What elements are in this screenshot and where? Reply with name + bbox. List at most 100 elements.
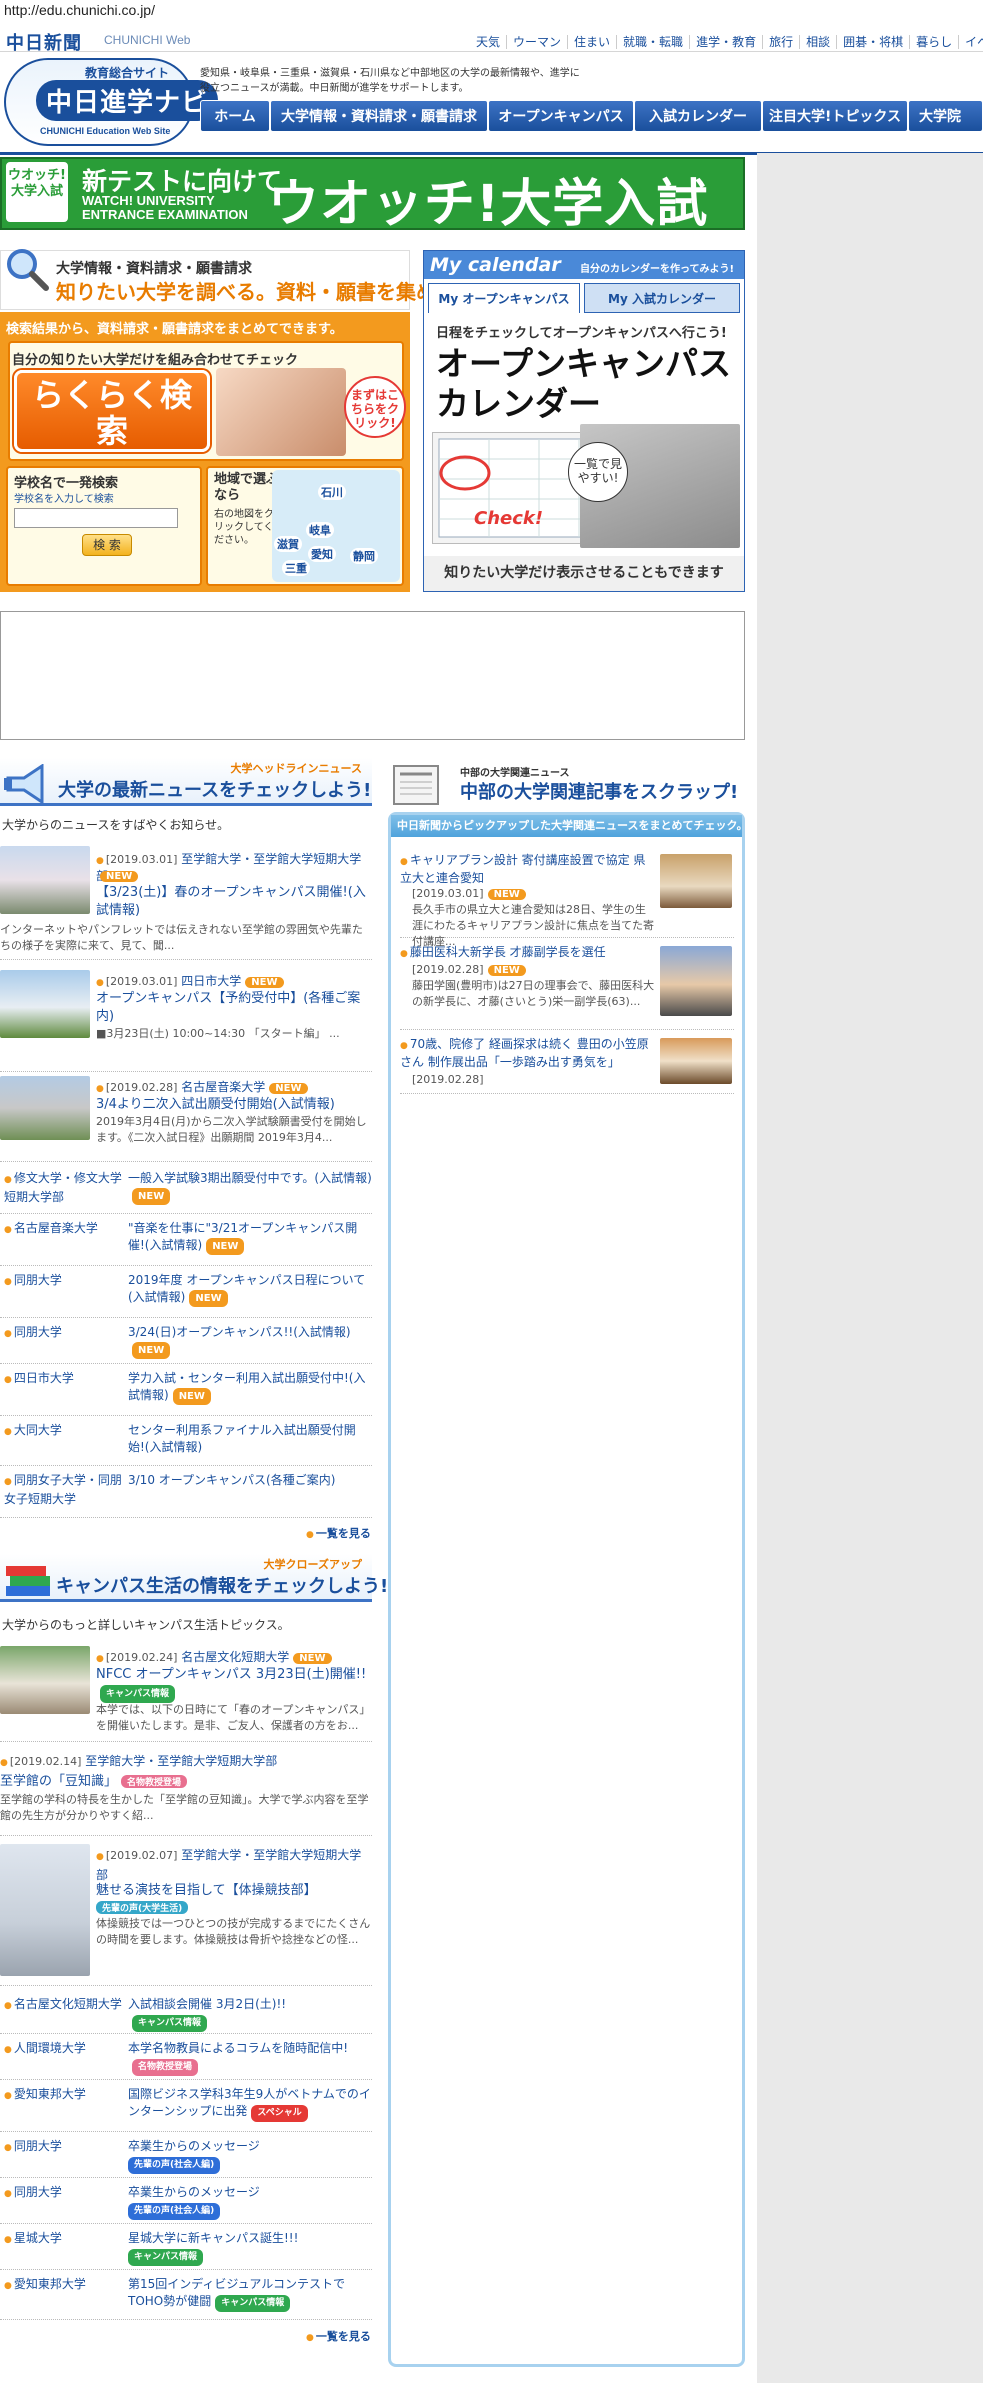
campus-row-title[interactable]: 星城大学に新キャンパス誕生!!! キャンパス情報	[128, 2230, 372, 2266]
pref-gifu[interactable]: 岐阜	[306, 522, 334, 538]
top-nav-kurashi[interactable]: 暮らし	[909, 35, 959, 49]
news-row-1[interactable]: ● 修文大学・修文大学短期大学部 一般入学試験3期出願受付中です。(入試情報)NEW	[0, 1164, 372, 1214]
campus-row-univ[interactable]: ● 愛知東邦大学	[4, 2276, 124, 2295]
campus-inst[interactable]: 名古屋文化短期大学	[181, 1650, 289, 1664]
news-row-univ[interactable]: ● 名古屋音楽大学	[4, 1220, 124, 1239]
news-row-title[interactable]: センター利用系ファイナル入試出願受付開始!(入試情報)	[128, 1422, 372, 1456]
clip-item-title[interactable]: キャリアプラン設計 寄付講座設置で協定 県立大と連合愛知	[400, 853, 646, 885]
campus-row-title[interactable]: 本学名物教員によるコラムを随時配信中! 名物教授登場	[128, 2040, 372, 2076]
news-inst[interactable]: 四日市大学	[181, 974, 241, 988]
campus-inst[interactable]: 至学館大学・至学館大学短期大学部	[85, 1754, 277, 1768]
news-row-univ[interactable]: ● 修文大学・修文大学短期大学部	[4, 1170, 124, 1206]
news-row-title[interactable]: 3/10 オープンキャンパス(各種ご案内)	[128, 1472, 372, 1489]
news-featured-1[interactable]: ●[2019.03.01] 至学館大学・至学館大学短期大学部 NEW 【3/23…	[0, 842, 372, 960]
pref-shiga[interactable]: 滋賀	[274, 536, 302, 552]
top-nav-event[interactable]: イベ	[958, 35, 983, 49]
rakuraku-click-bubble[interactable]: まずはこちらをクリック!	[344, 376, 406, 438]
pref-aichi[interactable]: 愛知	[308, 546, 336, 562]
tab-my-open-campus[interactable]: My オープンキャンパス	[428, 283, 580, 313]
news-row-title[interactable]: 学力入試・センター利用入試出願受付中!(入試情報) NEW	[128, 1370, 372, 1405]
chunichi-web-logo[interactable]: CHUNICHI Web	[104, 33, 190, 47]
campus-row-6[interactable]: ● 星城大学 星城大学に新キャンパス誕生!!! キャンパス情報	[0, 2224, 372, 2270]
campus-row-title[interactable]: 第15回インディビジュアルコンテストでTOHO勢が健闘 キャンパス情報	[128, 2276, 372, 2312]
campus-row-univ[interactable]: ● 愛知東邦大学	[4, 2086, 124, 2105]
campus-row-2[interactable]: ● 人間環境大学 本学名物教員によるコラムを随時配信中! 名物教授登場	[0, 2034, 372, 2080]
campus-featured-2[interactable]: ● [2019.02.14] 至学館大学・至学館大学短期大学部 至学館の「豆知識」…	[0, 1744, 372, 1836]
school-search-input[interactable]	[14, 508, 178, 528]
news-row-7[interactable]: ● 同朋女子大学・同朋女子短期大学 3/10 オープンキャンパス(各種ご案内)	[0, 1466, 372, 1518]
top-nav-igo[interactable]: 囲碁・将棋	[836, 35, 910, 49]
clip-item-title[interactable]: 藤田医科大新学長 才藤副学長を選任	[410, 945, 606, 959]
top-nav-sumai[interactable]: 住まい	[567, 35, 617, 49]
campus-more-link[interactable]: ● 一覧を見る	[306, 2328, 371, 2344]
campus-featured-1[interactable]: ● [2019.02.24] 名古屋文化短期大学 NEW NFCC オープンキャンパ…	[0, 1642, 372, 1742]
news-row-3[interactable]: ● 同朋大学 2019年度 オープンキャンパス日程について(入試情報) NEW	[0, 1266, 372, 1318]
area-map[interactable]: 石川 岐阜 滋賀 愛知 静岡 三重	[272, 470, 400, 582]
campus-title-link[interactable]: 至学館の「豆知識」	[0, 1774, 117, 1789]
calendar-headline[interactable]: オープンキャンパスカレンダー	[436, 344, 736, 424]
campus-row-title[interactable]: 卒業生からのメッセージ 先輩の声(社会人編)	[128, 2184, 372, 2220]
clip-item-2[interactable]: ● 藤田医科大新学長 才藤副学長を選任 [2019.02.28] NEW 藤田学園(…	[400, 944, 734, 1030]
campus-row-univ[interactable]: ● 名古屋文化短期大学	[4, 1996, 124, 2015]
campus-title-link[interactable]: 魅せる演技を目指して【体操競技部】	[96, 1882, 372, 1900]
campus-title-link[interactable]: NFCC オープンキャンパス 3月23日(土)開催!!	[96, 1667, 366, 1682]
campus-row-title[interactable]: 入試相談会開催 3月2日(土)!! キャンパス情報	[128, 1996, 372, 2032]
campus-row-title[interactable]: 卒業生からのメッセージ 先輩の声(社会人編)	[128, 2138, 372, 2174]
news-row-5[interactable]: ● 四日市大学 学力入試・センター利用入試出願受付中!(入試情報) NEW	[0, 1364, 372, 1416]
top-nav-woman[interactable]: ウーマン	[506, 35, 568, 49]
news-more-link[interactable]: ● 一覧を見る	[306, 1525, 371, 1541]
pref-ishikawa[interactable]: 石川	[318, 484, 346, 500]
clip-item-3[interactable]: ● 70歳、院修了 経画探求は続く 豊田の小笠原さん 制作展出品「一歩踏み出す勇気…	[400, 1036, 734, 1094]
gnav-open-campus[interactable]: オープンキャンパス	[488, 100, 634, 132]
top-nav-ryoko[interactable]: 旅行	[762, 35, 800, 49]
campus-row-univ[interactable]: ● 同朋大学	[4, 2184, 124, 2203]
gnav-topics[interactable]: 注目大学!トピックス	[762, 100, 908, 132]
news-row-6[interactable]: ● 大同大学 センター利用系ファイナル入試出願受付開始!(入試情報)	[0, 1416, 372, 1466]
news-row-title[interactable]: "音楽を仕事に"3/21オープンキャンパス開催!(入試情報) NEW	[128, 1220, 372, 1255]
news-row-univ[interactable]: ● 同朋大学	[4, 1272, 124, 1291]
campus-row-1[interactable]: ● 名古屋文化短期大学 入試相談会開催 3月2日(土)!! キャンパス情報	[0, 1990, 372, 2034]
gnav-home[interactable]: ホーム	[200, 100, 270, 132]
news-row-univ[interactable]: ● 同朋大学	[4, 1324, 124, 1343]
gnav-graduate[interactable]: 大学院	[908, 100, 983, 132]
clip-item-title[interactable]: 70歳、院修了 経画探求は続く 豊田の小笠原さん 制作展出品「一歩踏み出す勇気を…	[400, 1037, 649, 1069]
top-nav-sodan[interactable]: 相談	[799, 35, 837, 49]
school-search-button[interactable]: 検 索	[82, 534, 132, 556]
news-featured-3[interactable]: ● [2019.02.28] 名古屋音楽大学 NEW 3/4より二次入試出願受付開始…	[0, 1074, 372, 1162]
news-row-title[interactable]: 2019年度 オープンキャンパス日程について(入試情報) NEW	[128, 1272, 372, 1307]
news-inst[interactable]: 名古屋音楽大学	[181, 1080, 265, 1094]
top-nav-tenki[interactable]: 天気	[470, 35, 506, 49]
bullet-icon: ●	[4, 2001, 12, 2011]
clip-item-1[interactable]: ● キャリアプラン設計 寄付講座設置で協定 県立大と連合愛知 [2019.03.0…	[400, 852, 734, 948]
campus-row-title[interactable]: 国際ビジネス学科3年生9人がベトナムでのインターンシップに出発 スペシャル	[128, 2086, 372, 2122]
top-nav-shushoku[interactable]: 就職・転職	[616, 35, 690, 49]
news-title-link[interactable]: 3/4より二次入試出願受付開始(入試情報)	[96, 1096, 372, 1114]
news-row-2[interactable]: ● 名古屋音楽大学 "音楽を仕事に"3/21オープンキャンパス開催!(入試情報) NE…	[0, 1214, 372, 1266]
campus-row-4[interactable]: ● 同朋大学 卒業生からのメッセージ 先輩の声(社会人編)	[0, 2132, 372, 2178]
news-row-univ[interactable]: ● 大同大学	[4, 1422, 124, 1441]
tab-my-exam-calendar[interactable]: My 入試カレンダー	[584, 283, 740, 313]
news-row-univ[interactable]: ● 同朋女子大学・同朋女子短期大学	[4, 1472, 124, 1508]
campus-row-3[interactable]: ● 愛知東邦大学 国際ビジネス学科3年生9人がベトナムでのインターンシップに出発 スペ…	[0, 2080, 372, 2132]
news-featured-2[interactable]: ● [2019.03.01] 四日市大学 NEW オープンキャンパス【予約受付中】(…	[0, 962, 372, 1072]
gnav-calendar[interactable]: 入試カレンダー	[634, 100, 762, 132]
news-row-title[interactable]: 3/24(日)オープンキャンパス!!(入試情報)NEW	[128, 1324, 372, 1359]
campus-row-5[interactable]: ● 同朋大学 卒業生からのメッセージ 先輩の声(社会人編)	[0, 2178, 372, 2224]
campus-featured-3[interactable]: ● [2019.02.07] 至学館大学・至学館大学短期大学部 魅せる演技を目指し…	[0, 1838, 372, 1986]
campus-row-univ[interactable]: ● 人間環境大学	[4, 2040, 124, 2059]
campus-row-7[interactable]: ● 愛知東邦大学 第15回インディビジュアルコンテストでTOHO勢が健闘 キャンパス情…	[0, 2270, 372, 2320]
news-title-link[interactable]: オープンキャンパス【予約受付中】(各種ご案内)	[96, 990, 372, 1026]
news-row-title[interactable]: 一般入学試験3期出願受付中です。(入試情報)NEW	[128, 1170, 372, 1205]
rakuraku-search-button[interactable]: らくらく検索	[14, 370, 210, 452]
site-logo-title[interactable]: 中日進学ナビ	[36, 80, 219, 121]
campus-row-univ[interactable]: ● 同朋大学	[4, 2138, 124, 2157]
chunichi-logo[interactable]: 中日新聞	[6, 29, 82, 55]
gnav-univ-info[interactable]: 大学情報・資料請求・願書請求	[270, 100, 488, 132]
news-row-univ[interactable]: ● 四日市大学	[4, 1370, 124, 1389]
pref-mie[interactable]: 三重	[282, 560, 310, 576]
top-nav-shingaku[interactable]: 進学・教育	[689, 35, 763, 49]
pref-shizuoka[interactable]: 静岡	[350, 548, 378, 564]
campus-row-univ[interactable]: ● 星城大学	[4, 2230, 124, 2249]
news-title-link[interactable]: 【3/23(土)】春のオープンキャンパス開催!(入試情報)	[96, 884, 372, 920]
news-row-4[interactable]: ● 同朋大学 3/24(日)オープンキャンパス!!(入試情報)NEW	[0, 1318, 372, 1364]
